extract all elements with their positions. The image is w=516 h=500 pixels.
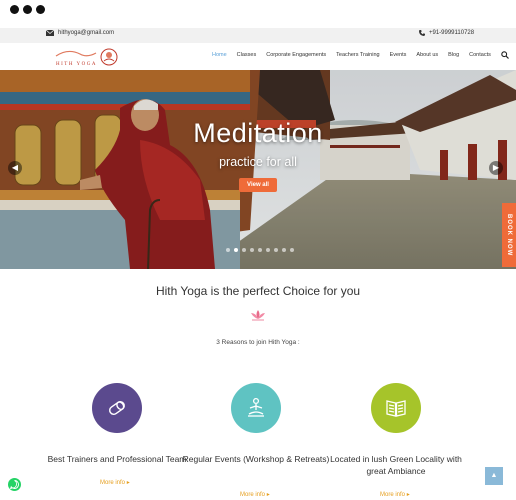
phone-text[interactable]: +91-9999110728 [429,30,474,36]
window-maximize-dot[interactable] [36,5,45,14]
nav-item-events[interactable]: Events [390,52,407,59]
hero-title: Meditation [193,118,323,148]
email-contact[interactable]: hithyoga@gmail.com [46,30,114,36]
slider-dot[interactable] [226,248,230,252]
slider-prev-arrow-icon[interactable]: ◀ [8,161,22,175]
window-chrome [0,0,516,28]
more-info-link[interactable]: More info ▸ [240,491,270,498]
book-icon [386,400,406,417]
site-logo[interactable]: HITH YOGA [52,47,118,67]
slider-dot[interactable] [250,248,254,252]
feature-card-trainers: Best Trainers and Professional Team [42,383,192,465]
feature-card-events: Regular Events (Workshop & Retreats) [181,383,331,465]
more-info-link-label[interactable]: More info [100,480,125,486]
more-info-link[interactable]: More info ▸ [100,479,130,486]
nav-menu: Home Classes Corporate Engagements Teach… [212,51,509,59]
arrow-right-icon: ▸ [126,480,130,486]
feature-title: Regular Events (Workshop & Retreats) [182,454,330,464]
nav-item-blog[interactable]: Blog [448,52,459,59]
whatsapp-glyph-icon [9,480,19,490]
slider-dot[interactable] [258,248,262,252]
yoga-mat-icon [109,401,125,415]
feature-icon-circle [92,383,142,433]
book-now-tab[interactable]: BOOK NOW [502,203,516,267]
window-minimize-dot[interactable] [23,5,32,14]
phone-contact[interactable]: +91-9999110728 [419,30,474,36]
feature-icon-circle [371,383,421,433]
section-subheading: 3 Reasons to join Hith Yoga : [216,339,300,346]
more-info-link-label[interactable]: More info [240,492,265,498]
slider-next-arrow-icon[interactable]: ▶ [489,161,503,175]
lotus-icon [251,310,265,321]
nav-item-teachers-training[interactable]: Teachers Training [336,52,379,59]
nav-item-corporate-engagements[interactable]: Corporate Engagements [266,52,326,59]
hith-yoga-logo-icon: HITH YOGA [55,48,118,67]
window-close-dot[interactable] [10,5,19,14]
slider-dot[interactable] [274,248,278,252]
nav-item-about-us[interactable]: About us [416,52,438,59]
search-icon[interactable] [501,51,509,59]
feature-title: Best Trainers and Professional Team [47,454,187,464]
back-to-top-button[interactable]: ▲ [485,467,503,485]
slider-dot[interactable] [266,248,270,252]
phone-icon [419,30,425,36]
feature-card-locality: Located in lush Green Locality with grea… [321,383,471,477]
view-all-button[interactable]: View all [239,178,277,192]
nav-item-home[interactable]: Home [212,52,227,59]
slider-dot[interactable] [290,248,294,252]
more-info-link-label[interactable]: More info [380,492,405,498]
nav-item-contacts[interactable]: Contacts [469,52,491,59]
slider-dot[interactable] [242,248,246,252]
arrow-right-icon: ▸ [406,492,410,498]
slider-dot[interactable] [234,248,238,252]
email-text[interactable]: hithyoga@gmail.com [58,30,114,36]
nav-item-classes[interactable]: Classes [237,52,257,59]
slider-dots [226,248,294,252]
svg-text:HITH YOGA: HITH YOGA [56,62,97,67]
feature-icon-circle [231,383,281,433]
whatsapp-icon[interactable] [8,478,21,491]
hero-subtitle: practice for all [219,155,297,169]
section-heading: Hith Yoga is the perfect Choice for you [155,284,361,298]
slider-dot[interactable] [282,248,286,252]
feature-title: Located in lush Green Locality with grea… [330,454,462,476]
more-info-link[interactable]: More info ▸ [380,491,410,498]
arrow-right-icon: ▸ [266,492,270,498]
hero-image-monk-prayer-wheels [0,70,516,269]
page: hithyoga@gmail.com +91-9999110728 HITH Y… [0,0,516,500]
main-navigation: HITH YOGA Home Classes Corporate Engagem… [0,43,516,70]
envelope-icon [46,30,54,36]
top-contact-bar: hithyoga@gmail.com +91-9999110728 [0,28,516,43]
hero-slider: Meditation practice for all View all ◀ ▶… [0,70,516,269]
meditation-person-icon [248,397,264,417]
